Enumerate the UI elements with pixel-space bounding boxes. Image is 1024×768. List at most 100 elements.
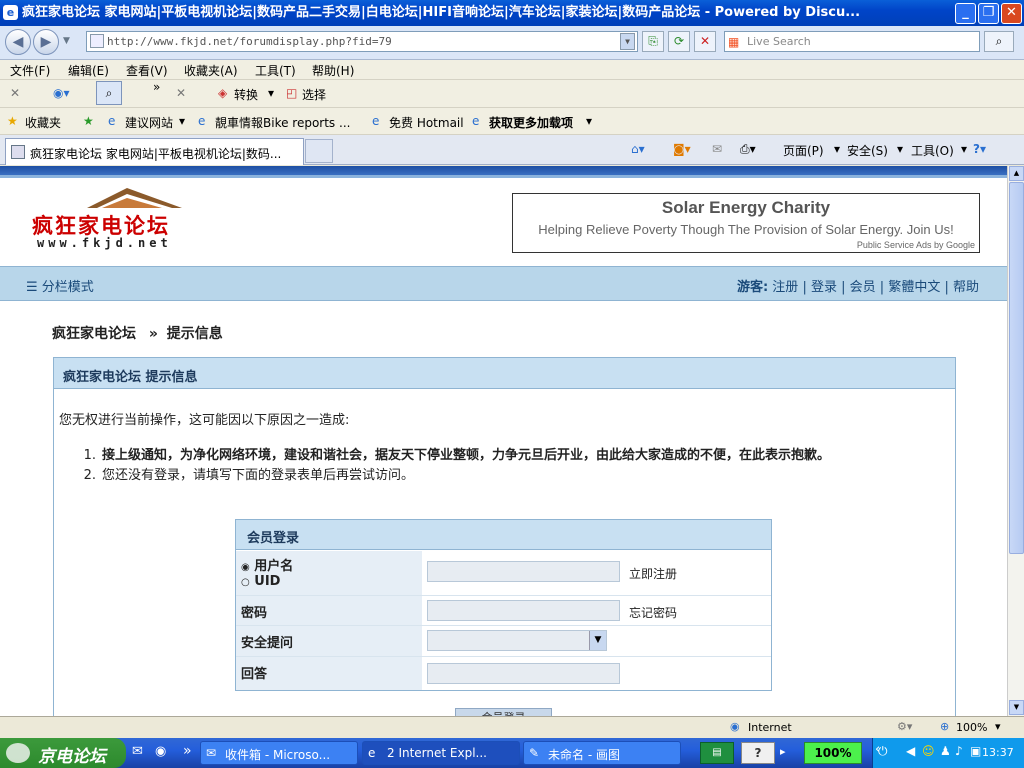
site-logo[interactable]: 疯狂家电论坛 www.fkjd.net xyxy=(32,186,272,251)
google-ad[interactable]: Solar Energy Charity Helping Relieve Pov… xyxy=(512,193,980,253)
start-button[interactable]: 京电论坛 xyxy=(0,738,126,768)
quicklaunch-overflow-icon[interactable]: » xyxy=(183,743,192,759)
volume-icon[interactable]: ♪ xyxy=(955,744,963,758)
user-icon[interactable]: ♟ xyxy=(940,744,951,758)
scroll-up-icon[interactable]: ▲ xyxy=(1009,166,1024,181)
back-icon[interactable]: ◀ xyxy=(5,29,31,55)
mail-icon[interactable]: ✉ xyxy=(712,142,722,156)
breadcrumb-home[interactable]: 疯狂家电论坛 xyxy=(52,326,136,342)
menu-tools[interactable]: 工具(T) xyxy=(255,62,296,79)
menu-file[interactable]: 文件(F) xyxy=(10,62,50,79)
chevron-down-icon[interactable]: ▼ xyxy=(589,631,606,650)
protected-mode-icon[interactable]: ⚙▾ xyxy=(897,720,912,733)
zoom-dropdown-icon[interactable]: ▾ xyxy=(995,720,1001,733)
overflow-chevron-icon[interactable]: » xyxy=(153,80,160,94)
convert-button[interactable]: 转换 xyxy=(234,86,258,103)
menu-favorites[interactable]: 收藏夹(A) xyxy=(184,62,238,79)
nav-traditional-chinese[interactable]: 繁體中文 xyxy=(888,280,940,295)
battery-indicator[interactable]: 100% xyxy=(804,742,862,764)
safety-menu[interactable]: 安全(S) xyxy=(847,142,888,159)
addons-dropdown-icon[interactable]: ▾ xyxy=(586,114,592,128)
password-input[interactable] xyxy=(427,600,620,621)
close-button[interactable]: ✕ xyxy=(1001,3,1022,24)
search-input[interactable]: ▦ Live Search xyxy=(724,31,980,52)
radio-checked-icon[interactable]: ◉ xyxy=(241,562,250,573)
fav-more-addons[interactable]: 获取更多加载项 xyxy=(489,114,573,131)
register-link[interactable]: 立即注册 xyxy=(629,565,677,582)
stop-icon[interactable]: ✕ xyxy=(694,31,716,52)
menu-view[interactable]: 查看(V) xyxy=(126,62,168,79)
forgot-password-link[interactable]: 忘记密码 xyxy=(629,604,677,621)
messenger-icon[interactable]: ☺ xyxy=(922,744,935,758)
uid-option[interactable]: ○ UID xyxy=(241,574,422,589)
forward-icon[interactable]: ▶ xyxy=(33,29,59,55)
security-question-select[interactable]: ▼ xyxy=(427,630,607,651)
new-tab-button[interactable] xyxy=(305,139,333,163)
menu-edit[interactable]: 编辑(E) xyxy=(68,62,109,79)
feeds-icon[interactable]: ◙▾ xyxy=(673,142,691,156)
tools-menu[interactable]: 工具(O) xyxy=(911,142,954,159)
fav-bike-reports[interactable]: 靚車情報Bike reports ... xyxy=(215,114,350,131)
tray-arrow-icon[interactable]: ▸ xyxy=(780,745,786,758)
tray-back-icon[interactable]: ◀ xyxy=(906,744,915,758)
help-tray-icon[interactable]: ? xyxy=(741,742,775,764)
close-toolbar-icon[interactable]: ✕ xyxy=(10,86,20,100)
media-quicklaunch-icon[interactable]: ◉ xyxy=(155,744,166,759)
history-dropdown-icon[interactable]: ▼ xyxy=(63,36,70,46)
address-input[interactable]: http://www.fkjd.net/forumdisplay.php?fid… xyxy=(86,31,638,52)
nav-register[interactable]: 注册 xyxy=(772,280,798,295)
select-button[interactable]: 选择 xyxy=(302,86,326,103)
taskbar-item-ie[interactable]: e 2 Internet Expl... xyxy=(362,741,520,765)
reason-text: 您还没有登录，请填写下面的登录表单后再尝试访问。 xyxy=(102,468,415,483)
tray-app-icon[interactable]: ▤ xyxy=(700,742,734,764)
search-icon[interactable]: ⌕ xyxy=(984,31,1014,52)
clock[interactable]: 13:37 xyxy=(982,746,1014,759)
tools-dropdown-icon[interactable]: ▾ xyxy=(961,142,967,156)
radio-unchecked-icon[interactable]: ○ xyxy=(241,577,250,588)
convert-dropdown-icon[interactable]: ▾ xyxy=(268,86,274,100)
fav-suggested-sites[interactable]: 建议网站 xyxy=(125,114,173,131)
ad-title[interactable]: Solar Energy Charity xyxy=(513,198,979,218)
nav-members[interactable]: 会员 xyxy=(850,280,876,295)
fav-dropdown-icon[interactable]: ▾ xyxy=(179,114,185,128)
refresh-icon[interactable]: ⟳ xyxy=(668,31,690,52)
help-icon[interactable]: ?▾ xyxy=(973,142,986,156)
username-input[interactable] xyxy=(427,561,620,582)
print-icon[interactable]: ⎙▾ xyxy=(740,142,756,157)
home-icon[interactable]: ⌂▾ xyxy=(631,142,645,156)
fav-hotmail[interactable]: 免费 Hotmail xyxy=(389,114,464,131)
power-plug-icon[interactable]: ⏻ xyxy=(878,744,888,759)
page-dropdown-icon[interactable]: ▾ xyxy=(834,142,840,156)
minimize-button[interactable]: _ xyxy=(955,3,976,24)
menu-help[interactable]: 帮助(H) xyxy=(312,62,354,79)
taskbar-item-paint[interactable]: ✎ 未命名 - 画图 xyxy=(523,741,681,765)
column-mode-link[interactable]: ☰ 分栏模式 xyxy=(26,276,94,295)
command-bar: ✕ ◉▾ ⌕ » ✕ ◈ 转换 ▾ ◰ 选择 xyxy=(0,80,1024,108)
nav-login[interactable]: 登录 xyxy=(811,280,837,295)
outlook-quicklaunch-icon[interactable]: ✉ xyxy=(132,744,143,759)
url-dropdown-icon[interactable]: ▼ xyxy=(620,33,635,50)
compat-icon[interactable]: ⎘ xyxy=(642,31,664,52)
zoom-level[interactable]: 100% xyxy=(956,721,987,734)
scrollbar-thumb[interactable] xyxy=(1009,182,1024,554)
network-icon[interactable]: ▣ xyxy=(970,744,981,758)
scroll-down-icon[interactable]: ▼ xyxy=(1009,700,1024,715)
globe-icon[interactable]: ◉▾ xyxy=(53,86,70,100)
page-menu[interactable]: 页面(P) xyxy=(783,142,824,159)
username-option[interactable]: ◉ 用户名 xyxy=(241,555,422,574)
browser-tab[interactable]: 疯狂家电论坛 家电网站|平板电视机论坛|数码... xyxy=(5,138,304,165)
vertical-scrollbar[interactable]: ▲ ▼ xyxy=(1007,166,1024,716)
search-icon-2[interactable]: ⌕ xyxy=(96,81,122,105)
taskbar-item-outlook[interactable]: ✉ 收件箱 - Microso... xyxy=(200,741,358,765)
login-submit-button[interactable]: 会员登录 xyxy=(455,708,552,716)
ie-icon-task: e xyxy=(368,746,376,760)
close-toolbar-icon-2[interactable]: ✕ xyxy=(176,86,186,100)
ad-attribution[interactable]: Public Service Ads by Google xyxy=(857,240,975,250)
zoom-icon[interactable]: ⊕ xyxy=(940,720,949,733)
maximize-button[interactable]: ❐ xyxy=(978,3,999,24)
add-favorite-icon[interactable]: ★ xyxy=(83,114,94,128)
nav-help[interactable]: 帮助 xyxy=(953,280,979,295)
safety-dropdown-icon[interactable]: ▾ xyxy=(897,142,903,156)
answer-input[interactable] xyxy=(427,663,620,684)
favorites-button[interactable]: 收藏夹 xyxy=(25,114,61,131)
